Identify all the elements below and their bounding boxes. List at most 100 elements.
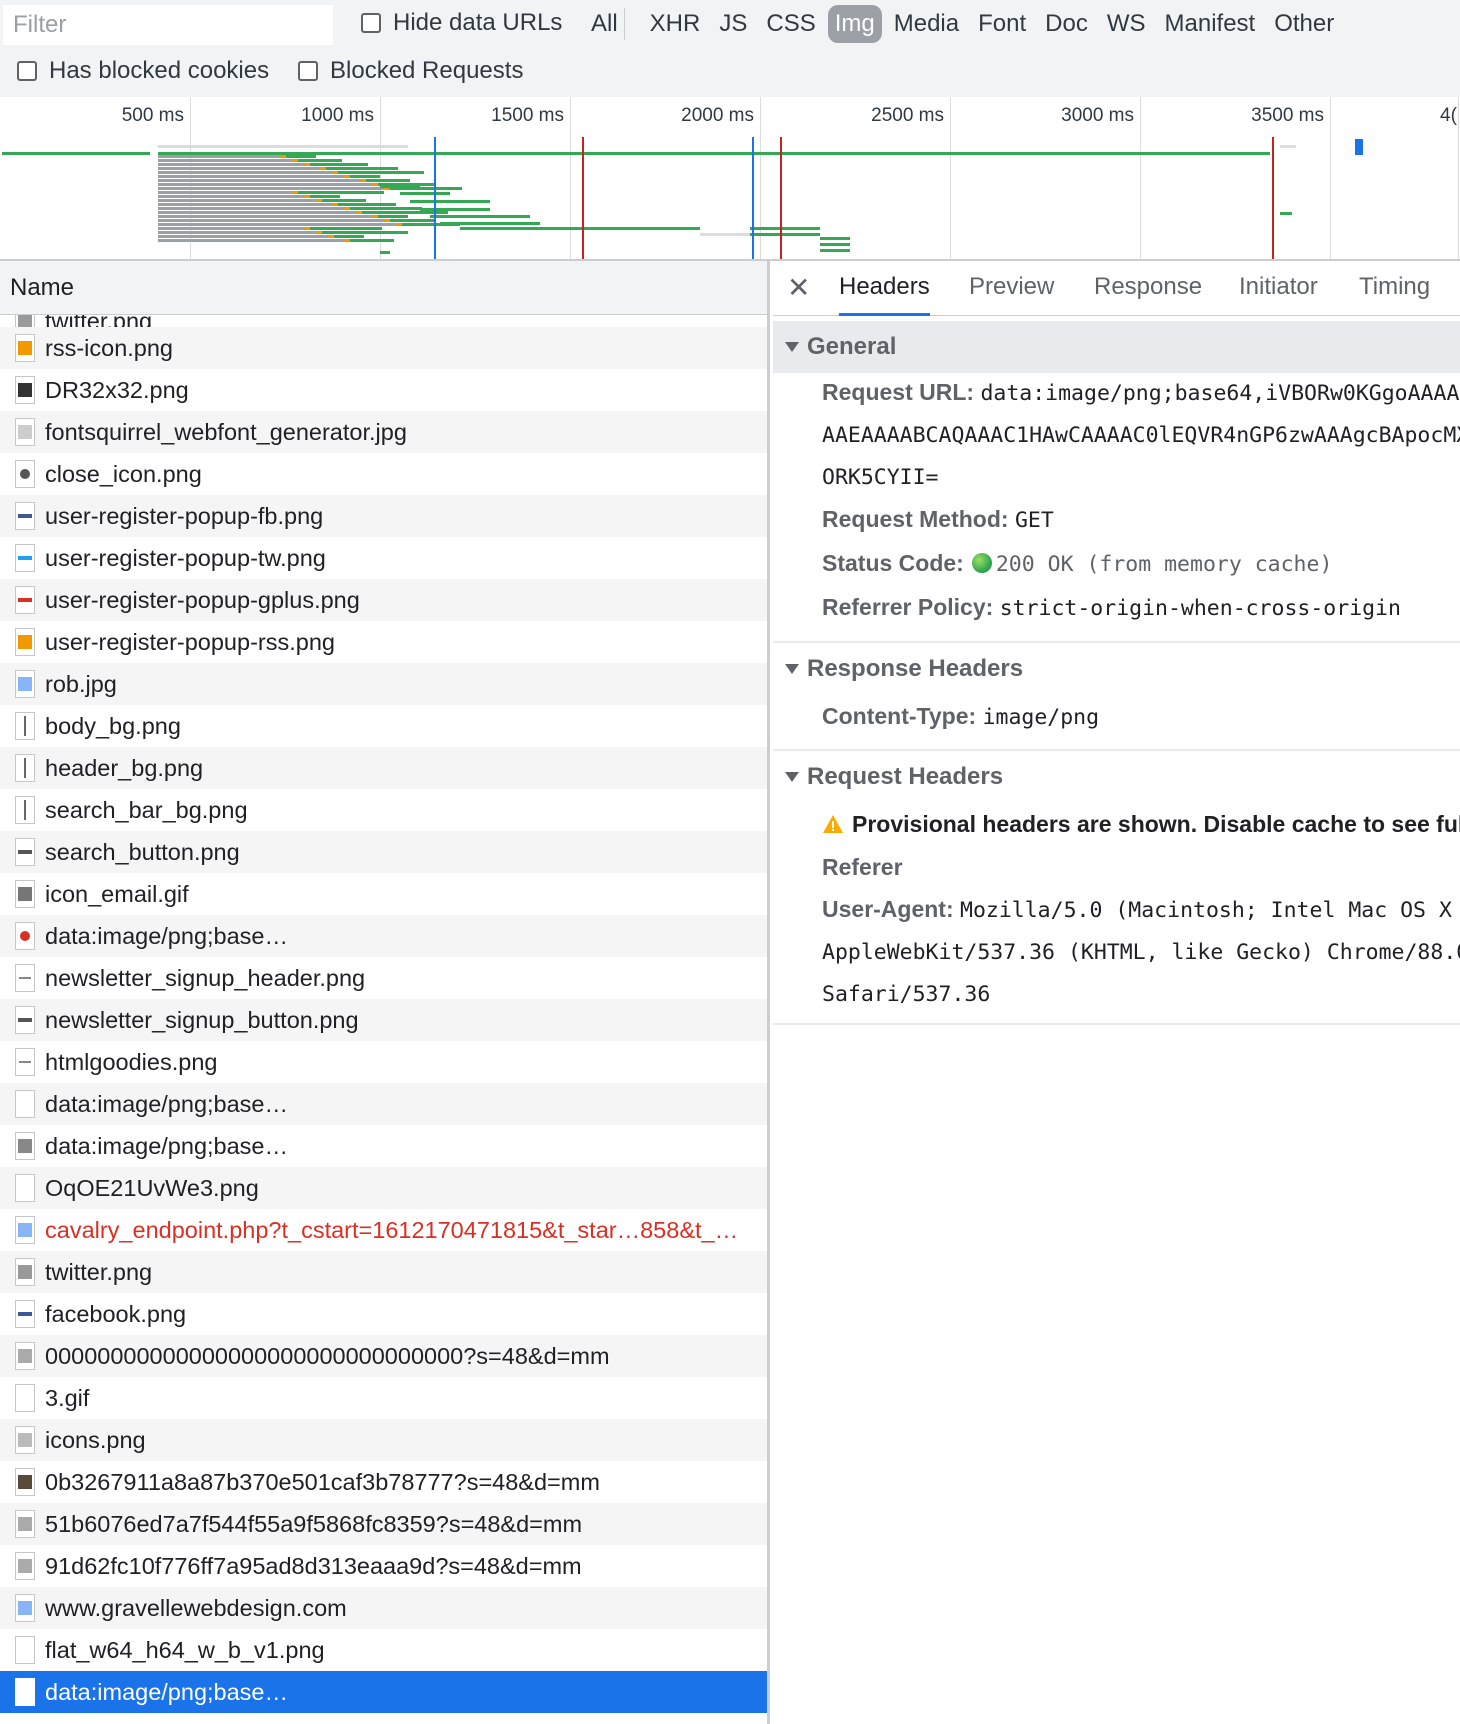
name-column-header[interactable]: Name bbox=[0, 261, 767, 315]
dns-bar bbox=[280, 155, 286, 158]
request-url-value-end[interactable]: ORK5CYII= bbox=[822, 465, 939, 490]
request-row[interactable]: data:image/png;base… bbox=[0, 1671, 767, 1713]
request-name: facebook.png bbox=[45, 1300, 187, 1327]
request-row[interactable]: data:image/png;base… bbox=[0, 1125, 767, 1167]
request-row[interactable]: newsletter_signup_button.png bbox=[0, 999, 767, 1041]
request-row[interactable]: twitter.png bbox=[0, 1251, 767, 1293]
request-row[interactable]: 00000000000000000000000000000000?s=48&d=… bbox=[0, 1335, 767, 1377]
user-agent-value-end[interactable]: Safari/537.36 bbox=[822, 982, 990, 1007]
blocked-requests-checkbox[interactable]: Blocked Requests bbox=[298, 57, 523, 85]
tab-timing[interactable]: Timing bbox=[1359, 261, 1430, 313]
type-filter-ws[interactable]: WS bbox=[1100, 5, 1153, 43]
dns-bar bbox=[304, 163, 310, 166]
download-bar bbox=[366, 179, 410, 182]
request-row[interactable]: search_button.png bbox=[0, 831, 767, 873]
request-row[interactable]: cavalry_endpoint.php?t_cstart=1612170471… bbox=[0, 1209, 767, 1251]
request-row[interactable]: data:image/png;base… bbox=[0, 915, 767, 957]
request-row[interactable]: 0b3267911a8a87b370e501caf3b78777?s=48&d=… bbox=[0, 1461, 767, 1503]
type-filter-media[interactable]: Media bbox=[887, 5, 966, 43]
request-row[interactable]: icon_email.gif bbox=[0, 873, 767, 915]
red-dot-file-icon bbox=[15, 922, 35, 950]
type-filter-font[interactable]: Font bbox=[971, 5, 1033, 43]
request-row[interactable]: data:image/png;base… bbox=[0, 1083, 767, 1125]
request-row[interactable]: icons.png bbox=[0, 1419, 767, 1461]
filter-input[interactable] bbox=[3, 5, 333, 45]
waiting-bar bbox=[158, 167, 320, 170]
request-name: search_button.png bbox=[45, 838, 240, 865]
file-icon-glyph bbox=[18, 1601, 32, 1615]
request-row[interactable]: OqOE21UvWe3.png bbox=[0, 1167, 767, 1209]
type-filter-img[interactable]: Img bbox=[827, 5, 882, 43]
request-row[interactable]: rob.jpg bbox=[0, 663, 767, 705]
request-url-value-cont[interactable]: AAEAAAABCAQAAAC1HAwCAAAAC0lEQVR4nGP6zwAA… bbox=[822, 423, 1460, 448]
tab-initiator[interactable]: Initiator bbox=[1239, 261, 1318, 313]
request-row[interactable]: user-register-popup-fb.png bbox=[0, 495, 767, 537]
request-name: data:image/png;base… bbox=[45, 1132, 288, 1159]
general-section-header[interactable]: General bbox=[773, 321, 1460, 373]
request-row[interactable]: 3.gif bbox=[0, 1377, 767, 1419]
request-row[interactable]: 91d62fc10f776ff7a95ad8d313eaaa9d?s=48&d=… bbox=[0, 1545, 767, 1587]
request-name: 51b6076ed7a7f544f55a9f5868fc8359?s=48&d=… bbox=[45, 1510, 583, 1537]
close-icon[interactable]: ✕ bbox=[787, 271, 810, 304]
type-filter-js[interactable]: JS bbox=[712, 5, 754, 43]
content-type-value[interactable]: image/png bbox=[983, 705, 1100, 730]
download-bar bbox=[750, 233, 820, 236]
request-row[interactable]: body_bg.png bbox=[0, 705, 767, 747]
request-row[interactable]: user-register-popup-tw.png bbox=[0, 537, 767, 579]
section-divider bbox=[773, 1023, 1460, 1025]
status-code-value[interactable]: 200 OK (from memory cache) bbox=[996, 552, 1333, 577]
bar-file-icon bbox=[15, 712, 35, 740]
referer-line: Referer bbox=[822, 852, 903, 882]
general-title: General bbox=[807, 333, 897, 360]
timeline-bars bbox=[2, 137, 1363, 259]
request-url-line: Request URL: data:image/png;base64,iVBOR… bbox=[822, 377, 1460, 409]
waiting-bar bbox=[158, 163, 304, 166]
type-filter-doc[interactable]: Doc bbox=[1038, 5, 1095, 43]
type-filter-other[interactable]: Other bbox=[1267, 5, 1341, 43]
request-row[interactable]: DR32x32.png bbox=[0, 369, 767, 411]
type-filter-xhr[interactable]: XHR bbox=[643, 5, 708, 43]
hide-data-urls-checkbox[interactable]: Hide data URLs bbox=[361, 9, 562, 37]
request-method-value[interactable]: GET bbox=[1015, 508, 1054, 533]
tab-headers[interactable]: Headers bbox=[839, 261, 930, 316]
blank-file-icon bbox=[15, 1174, 35, 1202]
request-row[interactable]: 51b6076ed7a7f544f55a9f5868fc8359?s=48&d=… bbox=[0, 1503, 767, 1545]
type-filter-all[interactable]: All bbox=[584, 5, 625, 43]
request-row[interactable]: flat_w64_h64_w_b_v1.png bbox=[0, 1629, 767, 1671]
tab-response[interactable]: Response bbox=[1094, 261, 1202, 313]
request-name: 00000000000000000000000000000000?s=48&d=… bbox=[45, 1342, 610, 1369]
checkbox-box[interactable] bbox=[361, 13, 381, 33]
details-tabbar: ✕ Headers Preview Response Initiator Tim… bbox=[773, 261, 1460, 316]
file-icon-glyph bbox=[18, 1559, 32, 1573]
user-agent-value[interactable]: Mozilla/5.0 (Macintosh; Intel Mac OS X 1… bbox=[960, 898, 1460, 923]
request-row[interactable]: www.gravellewebdesign.com bbox=[0, 1587, 767, 1629]
download-bar bbox=[440, 222, 540, 225]
request-row[interactable]: user-register-popup-rss.png bbox=[0, 621, 767, 663]
request-row[interactable]: close_icon.png bbox=[0, 453, 767, 495]
content-type-line: Content-Type: image/png bbox=[822, 701, 1099, 733]
type-filter-css[interactable]: CSS bbox=[759, 5, 822, 43]
request-row[interactable]: user-register-popup-gplus.png bbox=[0, 579, 767, 621]
request-row[interactable]: search_bar_bg.png bbox=[0, 789, 767, 831]
timeline-overview[interactable]: 500 ms 1000 ms 1500 ms 2000 ms 2500 ms 3000 m… bbox=[0, 97, 1460, 261]
checkbox-box[interactable] bbox=[17, 61, 37, 81]
type-filter-manifest[interactable]: Manifest bbox=[1158, 5, 1263, 43]
download-bar bbox=[326, 167, 398, 170]
request-row[interactable]: htmlgoodies.png bbox=[0, 1041, 767, 1083]
checkbox-box[interactable] bbox=[298, 61, 318, 81]
response-headers-section-header[interactable]: Response Headers bbox=[773, 643, 1460, 695]
has-blocked-cookies-checkbox[interactable]: Has blocked cookies bbox=[17, 57, 269, 85]
request-url-value[interactable]: data:image/png;base64,iVBORw0KGgoAAAANSU… bbox=[980, 381, 1460, 406]
request-row[interactable]: twitter.png bbox=[0, 315, 767, 327]
file-icon-glyph bbox=[18, 887, 32, 901]
request-row[interactable]: header_bg.png bbox=[0, 747, 767, 789]
request-row[interactable]: facebook.png bbox=[0, 1293, 767, 1335]
request-name: data:image/png;base… bbox=[45, 1678, 288, 1705]
referrer-policy-value[interactable]: strict-origin-when-cross-origin bbox=[1000, 596, 1401, 621]
request-headers-section-header[interactable]: Request Headers bbox=[773, 751, 1460, 803]
tab-preview[interactable]: Preview bbox=[969, 261, 1054, 313]
request-row[interactable]: rss-icon.png bbox=[0, 327, 767, 369]
request-row[interactable]: fontsquirrel_webfont_generator.jpg bbox=[0, 411, 767, 453]
user-agent-value-cont[interactable]: AppleWebKit/537.36 (KHTML, like Gecko) C… bbox=[822, 940, 1460, 965]
request-row[interactable]: newsletter_signup_header.png bbox=[0, 957, 767, 999]
